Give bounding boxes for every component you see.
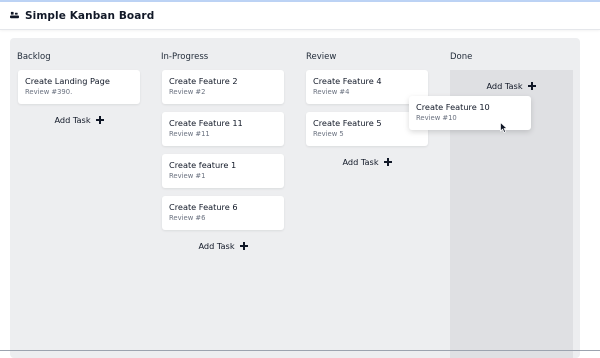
plus-icon xyxy=(239,242,248,250)
kanban-logo-icon xyxy=(10,11,19,19)
add-task-button-done[interactable]: Add Task xyxy=(450,79,572,93)
task-card[interactable]: Create feature 1 Review #1 xyxy=(162,154,284,188)
task-review: Review #390. xyxy=(25,88,73,96)
task-card[interactable]: Create Feature 2 Review #2 xyxy=(162,70,284,104)
add-task-label: Add Task xyxy=(486,81,523,91)
add-task-label: Add Task xyxy=(54,115,91,125)
column-title-done: Done xyxy=(450,52,473,62)
plus-icon xyxy=(383,158,392,166)
task-title: Create Feature 4 xyxy=(313,76,382,86)
window-bottom-border xyxy=(0,350,600,351)
task-review: Review #10 xyxy=(416,114,457,122)
task-title: Create Feature 2 xyxy=(169,76,238,86)
add-task-button-in-progress[interactable]: Add Task xyxy=(162,239,284,253)
task-review: Review 5 xyxy=(313,130,344,138)
task-card[interactable]: Create Feature 6 Review #6 xyxy=(162,196,284,230)
column-title-backlog: Backlog xyxy=(17,52,51,62)
task-title: Create Feature 11 xyxy=(169,118,243,128)
task-review: Review #6 xyxy=(169,214,206,222)
add-task-label: Add Task xyxy=(198,241,235,251)
task-review: Review #11 xyxy=(169,130,210,138)
column-title-review: Review xyxy=(306,52,337,62)
plus-icon xyxy=(527,82,536,90)
task-title: Create Landing Page xyxy=(25,76,110,86)
mouse-pointer-icon xyxy=(500,122,508,133)
column-title-in-progress: In-Progress xyxy=(161,52,209,62)
dragging-task-card[interactable]: Create Feature 10 Review #10 xyxy=(409,96,531,130)
task-review: Review #2 xyxy=(169,88,206,96)
plus-icon xyxy=(95,116,104,124)
app-title: Simple Kanban Board xyxy=(25,9,155,22)
task-review: Review #1 xyxy=(169,172,206,180)
add-task-button-review[interactable]: Add Task xyxy=(306,155,428,169)
task-title: Create feature 1 xyxy=(169,160,237,170)
task-card[interactable]: Create Landing Page Review #390. xyxy=(18,70,140,104)
task-title: Create Feature 6 xyxy=(169,202,238,212)
task-card[interactable]: Create Feature 11 Review #11 xyxy=(162,112,284,146)
task-title: Create Feature 10 xyxy=(416,102,490,112)
app-header: Simple Kanban Board xyxy=(0,2,600,30)
kanban-board: Backlog Create Landing Page Review #390.… xyxy=(10,38,580,358)
add-task-label: Add Task xyxy=(342,157,379,167)
add-task-button-backlog[interactable]: Add Task xyxy=(18,113,140,127)
